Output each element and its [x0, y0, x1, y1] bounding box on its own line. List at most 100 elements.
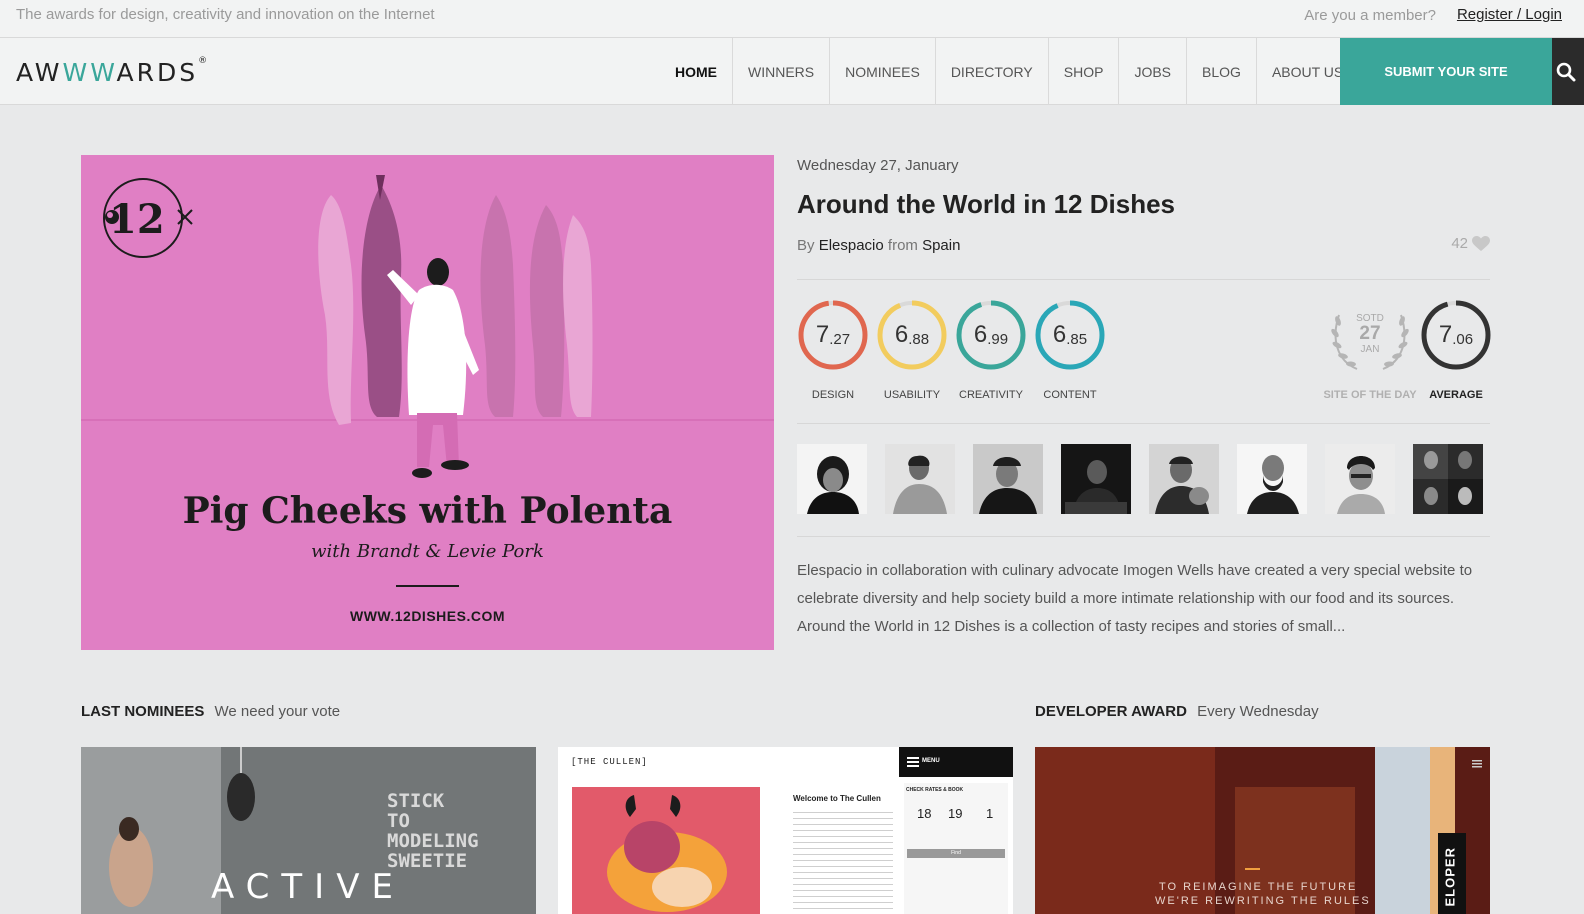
- developer-vertical-label: ELOPER: [1442, 847, 1458, 907]
- cullen-find-button[interactable]: Find: [907, 849, 1005, 858]
- score-int: 6: [973, 321, 988, 348]
- portrait-image: [1237, 444, 1307, 514]
- portrait-image: [797, 444, 867, 514]
- nav-item-winners[interactable]: WINNERS: [732, 38, 829, 105]
- jury-avatar-5[interactable]: [1149, 444, 1219, 514]
- developer-tagline-2: WE'RE REWRITING THE RULES: [1155, 895, 1371, 907]
- nav-item-home[interactable]: HOME: [660, 38, 732, 105]
- cutlery-icon: [177, 209, 193, 225]
- jury-avatar-6[interactable]: [1237, 444, 1307, 514]
- sotd-day: 27: [1359, 323, 1381, 344]
- score-dec: .85: [1066, 330, 1088, 348]
- top-bar: The awards for design, creativity and in…: [0, 0, 1584, 38]
- nav-item-shop[interactable]: SHOP: [1047, 38, 1119, 105]
- portrait-image: [885, 444, 955, 514]
- dish-divider: [396, 585, 459, 587]
- member-prompt: Are you a member?: [1304, 7, 1436, 24]
- nav-item-blog[interactable]: BLOG: [1186, 38, 1256, 105]
- author-link[interactable]: Elespacio: [819, 237, 884, 254]
- cullen-check-rates: CHECK RATES & BOOK: [906, 787, 964, 793]
- nav-item-directory[interactable]: DIRECTORY: [934, 38, 1048, 105]
- from-word: from: [887, 237, 918, 254]
- portrait-image: [1325, 444, 1395, 514]
- site-tagline: The awards for design, creativity and in…: [16, 6, 435, 23]
- developer-award-card[interactable]: TO REIMAGINE THE FUTURE WE'RE REWRITING …: [1035, 747, 1490, 914]
- cullen-date-2[interactable]: 19: [948, 806, 962, 821]
- portrait-image: [1149, 444, 1219, 514]
- portrait-image: [1413, 444, 1483, 514]
- nominee-card-active[interactable]: STICK TO MODELING SWEETIE ACTIVE: [81, 747, 536, 914]
- hamburger-icon: [907, 757, 919, 767]
- last-nominees-subtitle: We need your vote: [214, 703, 341, 720]
- logo-text-3: ARDS: [116, 58, 199, 87]
- menu-icon[interactable]: [1472, 760, 1482, 768]
- country-link[interactable]: Spain: [922, 237, 960, 254]
- dish-title: Pig Cheeks with Polenta: [182, 490, 673, 532]
- submit-site-button[interactable]: SUBMIT YOUR SITE: [1340, 38, 1552, 105]
- nav-item-nominees[interactable]: NOMINEES: [829, 38, 935, 105]
- nav-menu: HOME WINNERS NOMINEES DIRECTORY SHOP JOB…: [660, 38, 1358, 105]
- cullen-brand: [THE CULLEN]: [571, 757, 648, 767]
- score-dec: .88: [908, 330, 930, 348]
- like-count: 42: [1451, 235, 1468, 252]
- awwwards-logo[interactable]: AWWWARDS®: [16, 56, 207, 87]
- site-title[interactable]: Around the World in 12 Dishes: [797, 189, 1175, 220]
- developer-tagline-1: TO REIMAGINE THE FUTURE: [1159, 881, 1358, 893]
- search-icon: [1556, 62, 1576, 81]
- award-date: Wednesday 27, January: [797, 157, 959, 174]
- card-sign-text: STICK TO MODELING SWEETIE: [387, 790, 479, 872]
- portrait-image: [973, 444, 1043, 514]
- site-byline: By Elespacio from Spain: [797, 237, 960, 254]
- score-label-average: AVERAGE: [1429, 389, 1483, 401]
- jury-avatar-1[interactable]: [797, 444, 867, 514]
- heart-icon: [1472, 235, 1490, 251]
- score-dec: .99: [987, 330, 1009, 348]
- score-value-design: 7.27: [797, 299, 869, 371]
- last-nominees-header: LAST NOMINEES We need your vote: [81, 703, 340, 720]
- featured-site-image[interactable]: 12 Pig Cheeks with Polenta with Brandt &…: [81, 155, 774, 650]
- dish-subtitle: with Brandt & Levie Pork: [311, 541, 544, 562]
- score-value-creativity: 6.99: [955, 299, 1027, 371]
- register-login-link[interactable]: Register / Login: [1457, 6, 1562, 23]
- jury-avatar-7[interactable]: [1325, 444, 1395, 514]
- cullen-date-1[interactable]: 18: [917, 806, 931, 821]
- sotd-month: JAN: [1360, 344, 1380, 355]
- score-int: 7: [1438, 321, 1453, 348]
- cullen-menu-label: MENU: [922, 758, 940, 764]
- nominee-card-the-cullen[interactable]: [THE CULLEN] MENU Welcome to The Cullen …: [558, 747, 1013, 914]
- score-dec: .06: [1452, 330, 1474, 348]
- score-value-average: 7.06: [1420, 299, 1492, 371]
- main-navbar: AWWWARDS® HOME WINNERS NOMINEES DIRECTOR…: [0, 38, 1584, 105]
- score-int: 6: [894, 321, 909, 348]
- nav-item-jobs[interactable]: JOBS: [1118, 38, 1186, 105]
- cullen-guests[interactable]: 1: [986, 806, 993, 821]
- score-design: 7.27 DESIGN: [797, 299, 869, 401]
- cullen-welcome: Welcome to The Cullen: [793, 794, 881, 803]
- score-dec: .27: [829, 330, 851, 348]
- score-usability: 6.88 USABILITY: [876, 299, 948, 401]
- jury-avatars: [797, 444, 1490, 514]
- divider: [797, 279, 1490, 280]
- dish-url: WWW.12DISHES.COM: [349, 608, 505, 624]
- bull-artwork: [572, 787, 760, 914]
- score-value-content: 6.85: [1034, 299, 1106, 371]
- card-active-wordmark: ACTIVE: [211, 867, 405, 907]
- site-of-the-day-badge: SOTD 27 JAN SITE OF THE DAY: [1323, 299, 1416, 401]
- score-value-usability: 6.88: [876, 299, 948, 371]
- score-label-content: CONTENT: [1043, 389, 1097, 401]
- developer-award-title[interactable]: DEVELOPER AWARD: [1035, 703, 1187, 720]
- divider: [797, 423, 1490, 424]
- jury-avatar-4[interactable]: [1061, 444, 1131, 514]
- search-button[interactable]: [1552, 38, 1584, 105]
- jury-avatar-2[interactable]: [885, 444, 955, 514]
- jury-avatar-3[interactable]: [973, 444, 1043, 514]
- score-int: 6: [1052, 321, 1067, 348]
- logo-text-2: WW: [62, 58, 117, 87]
- globe-icon: [105, 210, 119, 224]
- last-nominees-title[interactable]: LAST NOMINEES: [81, 703, 204, 720]
- score-average: 7.06 AVERAGE: [1420, 299, 1492, 401]
- logo-text-1: AW: [16, 58, 63, 87]
- jury-avatar-8[interactable]: [1413, 444, 1483, 514]
- like-counter[interactable]: 42: [1451, 235, 1490, 252]
- divider: [797, 536, 1490, 537]
